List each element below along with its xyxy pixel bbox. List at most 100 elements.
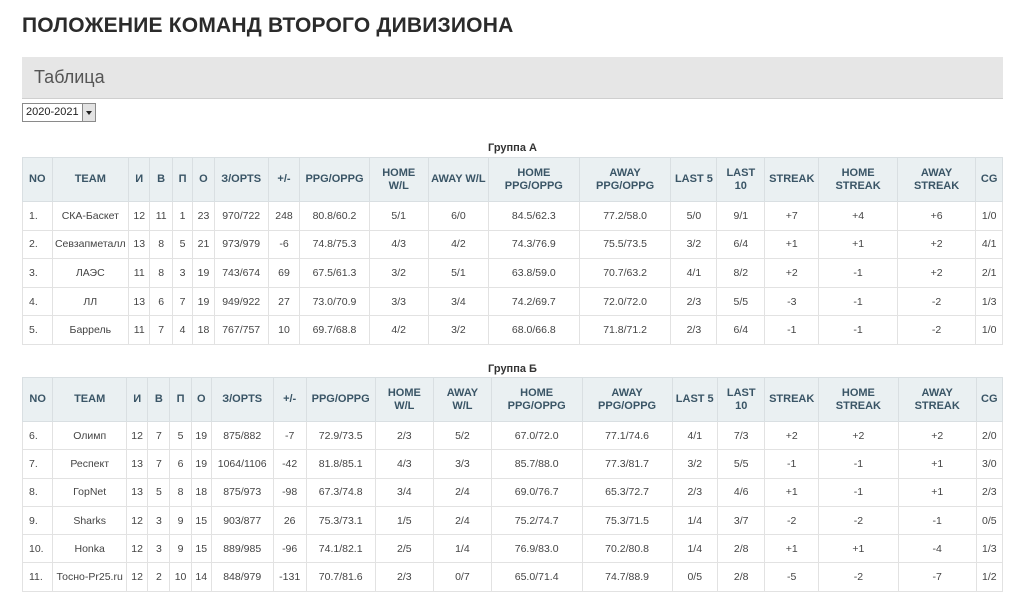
table-cell: 903/877	[210, 505, 274, 536]
table-cell: 3	[147, 505, 171, 536]
table-cell: 2/3	[374, 420, 435, 451]
table-cell: 1	[171, 201, 194, 231]
column-header: HOME PPG/OPPG	[490, 377, 583, 422]
column-header: CG	[975, 377, 1004, 422]
table-cell: -96	[272, 534, 307, 564]
team-name-cell: ГорNet	[52, 477, 128, 507]
team-name-cell: Респект	[52, 449, 128, 479]
table-row: 8. ГорNet 13 5 8 18 875/973 -98 67.3/74.8 3/4 2/4 6…	[21, 477, 1004, 507]
table-cell: 13	[126, 477, 149, 507]
table-cell: 767/757	[213, 315, 269, 345]
table-cell: -42	[272, 449, 307, 479]
table-cell: -98	[272, 477, 307, 507]
table-cell: 5/0	[670, 201, 718, 231]
table-cell: 2/0	[975, 420, 1004, 451]
table-cell: 12	[126, 562, 149, 592]
table-cell: 4/3	[374, 449, 435, 479]
column-header: +/-	[272, 377, 307, 422]
table-cell: 5/2	[433, 420, 492, 451]
table-cell: 5/5	[716, 449, 766, 479]
chevron-down-icon[interactable]	[81, 104, 95, 121]
table-cell: 12	[126, 534, 149, 564]
group-a-title: Группа А	[488, 142, 537, 154]
table-cell: 3/3	[433, 449, 492, 479]
table-cell: 248	[267, 201, 301, 231]
table-cell: 3	[171, 258, 194, 288]
column-header: TEAM	[52, 377, 128, 422]
column-header: PPG/OPPG	[305, 377, 376, 422]
table-cell: 1.	[22, 201, 53, 231]
table-row: 11. Тосно-Pr25.ru 12 2 10 14 848/979 -131 70.7/8…	[21, 562, 1004, 592]
table-cell: 2/3	[670, 286, 718, 317]
table-cell: 7	[171, 286, 194, 317]
table-cell: +2	[897, 420, 977, 451]
column-header: П	[171, 157, 194, 202]
table-cell: 3.	[22, 258, 53, 288]
table-cell: 889/985	[210, 534, 274, 564]
table-cell: 74.2/69.7	[487, 286, 580, 317]
table-cell: 5/5	[716, 286, 766, 317]
table-cell: 2	[147, 562, 171, 592]
table-cell: 3/4	[374, 477, 435, 507]
table-cell: 9.	[21, 505, 54, 536]
group-b-standings-table: NO TEAM И В П О З/OPTS +/- PPG/OPPG HOME W/L AWAY …	[21, 377, 1004, 592]
column-header: В	[147, 377, 171, 422]
column-header: З/OPTS	[213, 157, 269, 202]
table-cell: 2/3	[670, 315, 718, 345]
table-cell: 8	[169, 477, 192, 507]
table-cell: 15	[190, 534, 212, 564]
column-header: HOME W/L	[374, 377, 435, 422]
table-cell: 1/3	[975, 534, 1004, 564]
table-cell: 21	[192, 229, 215, 260]
table-cell: 75.3/73.1	[305, 505, 376, 536]
table-cell: 81.8/85.1	[305, 449, 376, 479]
table-cell: 7.	[21, 449, 54, 479]
table-cell: 2/3	[671, 477, 718, 507]
table-cell: 4/2	[427, 229, 489, 260]
table-cell: 14	[190, 562, 212, 592]
table-cell: 67.0/72.0	[490, 420, 583, 451]
table-cell: 26	[272, 505, 307, 536]
table-cell: 5/1	[368, 201, 429, 231]
column-header: LAST 5	[671, 377, 718, 422]
table-cell: -2	[896, 286, 977, 317]
team-name-cell: ЛЛ	[51, 286, 130, 317]
table-row: 3. ЛАЭС 11 8 3 19 743/674 69 67.5/61.3 3/2 5/1 63.8…	[22, 258, 1003, 288]
table-cell: +1	[818, 229, 898, 260]
column-header: PPG/OPPG	[299, 157, 370, 202]
table-cell: 13	[128, 286, 151, 317]
season-select[interactable]: 2020-2021	[22, 103, 96, 122]
column-header: HOME STREAK	[817, 377, 899, 422]
group-b-title: Группа Б	[488, 363, 537, 375]
table-cell: +2	[817, 420, 899, 451]
table-cell: 74.1/82.1	[305, 534, 376, 564]
table-cell: 80.8/60.2	[299, 201, 370, 231]
table-cell: 4/1	[670, 258, 718, 288]
table-cell: 8	[149, 229, 173, 260]
table-cell: 11.	[21, 562, 54, 592]
table-cell: -1	[818, 286, 898, 317]
table-cell: 4/1	[671, 420, 718, 451]
table-cell: +2	[764, 420, 819, 451]
table-cell: +1	[764, 229, 820, 260]
table-cell: -3	[764, 286, 820, 317]
table-cell: 69.7/68.8	[299, 315, 370, 345]
table-cell: 6	[149, 286, 173, 317]
table-cell: 2/3	[374, 562, 435, 592]
table-row: 9. Sharks 12 3 9 15 903/877 26 75.3/73.1 1/5 2/4 75…	[21, 505, 1004, 536]
table-cell: +4	[818, 201, 898, 231]
table-cell: 3/2	[671, 449, 718, 479]
column-header: HOME W/L	[368, 157, 429, 202]
table-cell: 11	[128, 258, 151, 288]
column-header: З/OPTS	[210, 377, 274, 422]
table-cell: +2	[764, 258, 820, 288]
group-a-standings-table: NO TEAM И В П О З/OPTS +/- PPG/OPPG HOME W/L AWAY …	[22, 157, 1003, 345]
column-header: О	[190, 377, 212, 422]
column-header: AWAY STREAK	[896, 157, 977, 202]
table-cell: -4	[897, 534, 977, 564]
table-cell: +1	[897, 477, 977, 507]
column-header: LAST 10	[716, 377, 766, 422]
table-cell: 18	[192, 315, 215, 345]
table-row: 2. Севзапметалл 13 8 5 21 973/979 -6 74.8/75.3 4/…	[22, 229, 1003, 260]
column-header: STREAK	[764, 157, 820, 202]
